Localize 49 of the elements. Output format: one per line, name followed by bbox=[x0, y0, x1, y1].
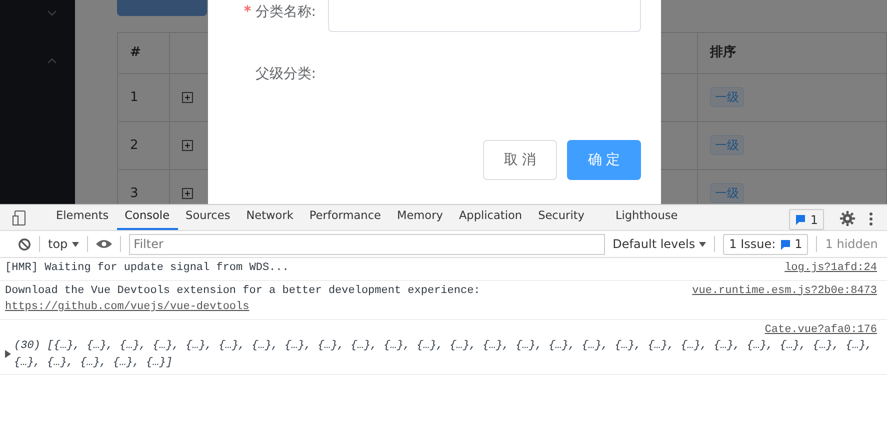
table-cell: 2 bbox=[130, 138, 138, 153]
eye-icon[interactable] bbox=[96, 239, 112, 249]
source-link[interactable]: vue.runtime.esm.js?2b0e:8473 bbox=[692, 282, 877, 316]
console-array-output[interactable]: (30) [{…}, {…}, {…}, {…}, {…}, {…}, {…}, {…}, {…}, {…}, {…}, {…}, {…}, {…}, {…}, {…}, {…}, {…}, {…}, {…}, {…}, {…}, {…}, {…}, {…}, {…}, {…}, {…}, {…}, {…}] bbox=[14, 338, 877, 371]
devtools-tab[interactable]: Memory bbox=[388, 205, 451, 230]
clear-console-icon[interactable] bbox=[18, 238, 31, 250]
console-message: Download the Vue Devtools extension for a better development experience: bbox=[5, 284, 482, 298]
level-tag: 一级 bbox=[710, 135, 744, 156]
field-label: 父级分类: bbox=[255, 66, 316, 82]
device-toolbar-icon[interactable] bbox=[12, 210, 26, 226]
issues-button[interactable]: 1 Issue: 1 bbox=[723, 234, 808, 254]
input-field[interactable] bbox=[328, 0, 641, 32]
devtools-tab[interactable]: Application bbox=[450, 205, 530, 230]
column-header: # bbox=[130, 45, 141, 60]
more-options-icon[interactable] bbox=[869, 212, 873, 226]
devtools-tab[interactable]: Lighthouse bbox=[607, 205, 686, 230]
source-link[interactable]: Cate.vue?afa0:176 bbox=[764, 322, 877, 338]
devtools-tab[interactable]: Security bbox=[530, 205, 592, 230]
expand-arrow-icon[interactable] bbox=[5, 350, 11, 358]
context-selector[interactable]: top bbox=[48, 235, 79, 253]
table-cell: 3 bbox=[130, 186, 138, 201]
filter-field[interactable]: Filter bbox=[128, 234, 605, 254]
console-message: [HMR] Waiting for update signal from WDS... bbox=[5, 261, 290, 276]
message-icon bbox=[780, 238, 791, 250]
expand-icon[interactable] bbox=[182, 188, 193, 199]
issues-badge[interactable]: 1 bbox=[789, 209, 824, 230]
issues-label: 1 Issue: bbox=[729, 236, 776, 253]
message-icon bbox=[795, 214, 806, 225]
devtools-tab[interactable]: Elements bbox=[48, 205, 117, 230]
level-tag: 一级 bbox=[710, 183, 744, 204]
devtools-tab[interactable]: Network bbox=[238, 205, 302, 230]
hidden-count: 1 hidden bbox=[825, 236, 878, 253]
expand-icon[interactable] bbox=[182, 140, 193, 151]
console-link[interactable]: https://github.com/vuejs/vue-devtools bbox=[5, 301, 250, 313]
devtools-tab[interactable]: Sources bbox=[178, 205, 238, 230]
table-cell: 1 bbox=[130, 90, 138, 105]
level-tag: 一级 bbox=[710, 87, 744, 108]
settings-icon[interactable] bbox=[840, 211, 855, 226]
column-header: 排序 bbox=[710, 45, 736, 60]
log-levels-dropdown[interactable]: Default levels bbox=[612, 235, 706, 253]
dropdown-arrow-icon bbox=[699, 242, 706, 248]
source-link[interactable]: log.js?1afd:24 bbox=[784, 260, 877, 276]
expand-icon[interactable] bbox=[182, 92, 193, 103]
cancel-button[interactable]: 取 消 bbox=[483, 140, 557, 180]
badge-count: 1 bbox=[810, 212, 818, 228]
dropdown-arrow-icon bbox=[72, 242, 79, 248]
field-label: 分类名称: bbox=[255, 4, 316, 20]
devtools-tab[interactable]: Performance bbox=[301, 205, 389, 230]
issues-count: 1 bbox=[794, 236, 802, 253]
